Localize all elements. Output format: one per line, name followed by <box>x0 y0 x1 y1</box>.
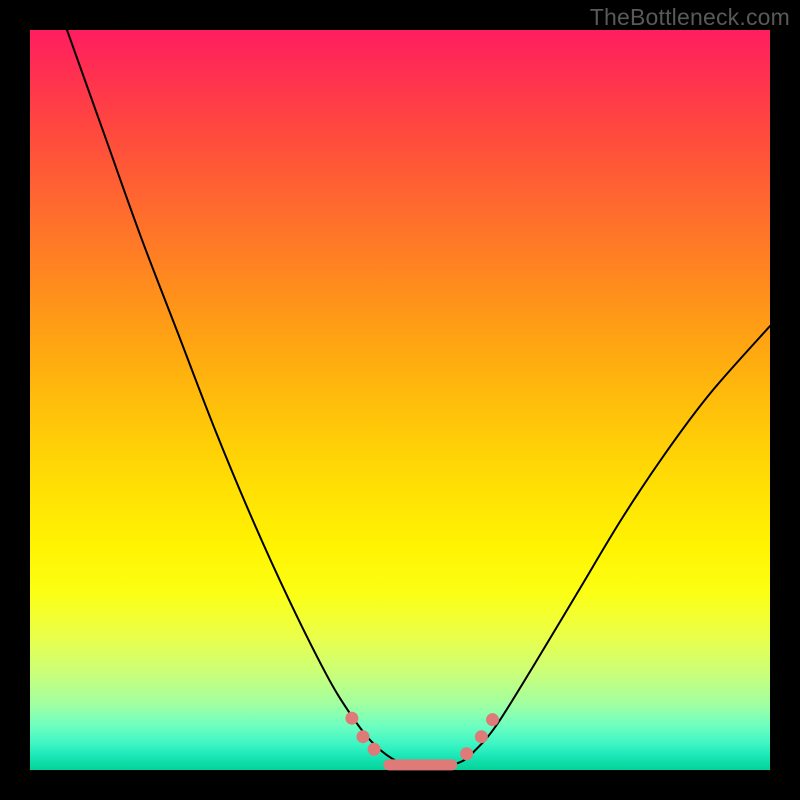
chart-frame: TheBottleneck.com <box>0 0 800 800</box>
curve-svg <box>30 30 770 770</box>
plot-area <box>30 30 770 770</box>
attribution-label: TheBottleneck.com <box>590 4 790 31</box>
bottleneck-curve <box>67 30 770 767</box>
optimum-markers <box>345 712 499 765</box>
optimum-marker <box>345 712 358 725</box>
optimum-marker <box>460 747 473 760</box>
optimum-marker <box>368 743 381 756</box>
optimum-marker <box>486 713 499 726</box>
optimum-marker <box>357 730 370 743</box>
optimum-marker <box>475 730 488 743</box>
